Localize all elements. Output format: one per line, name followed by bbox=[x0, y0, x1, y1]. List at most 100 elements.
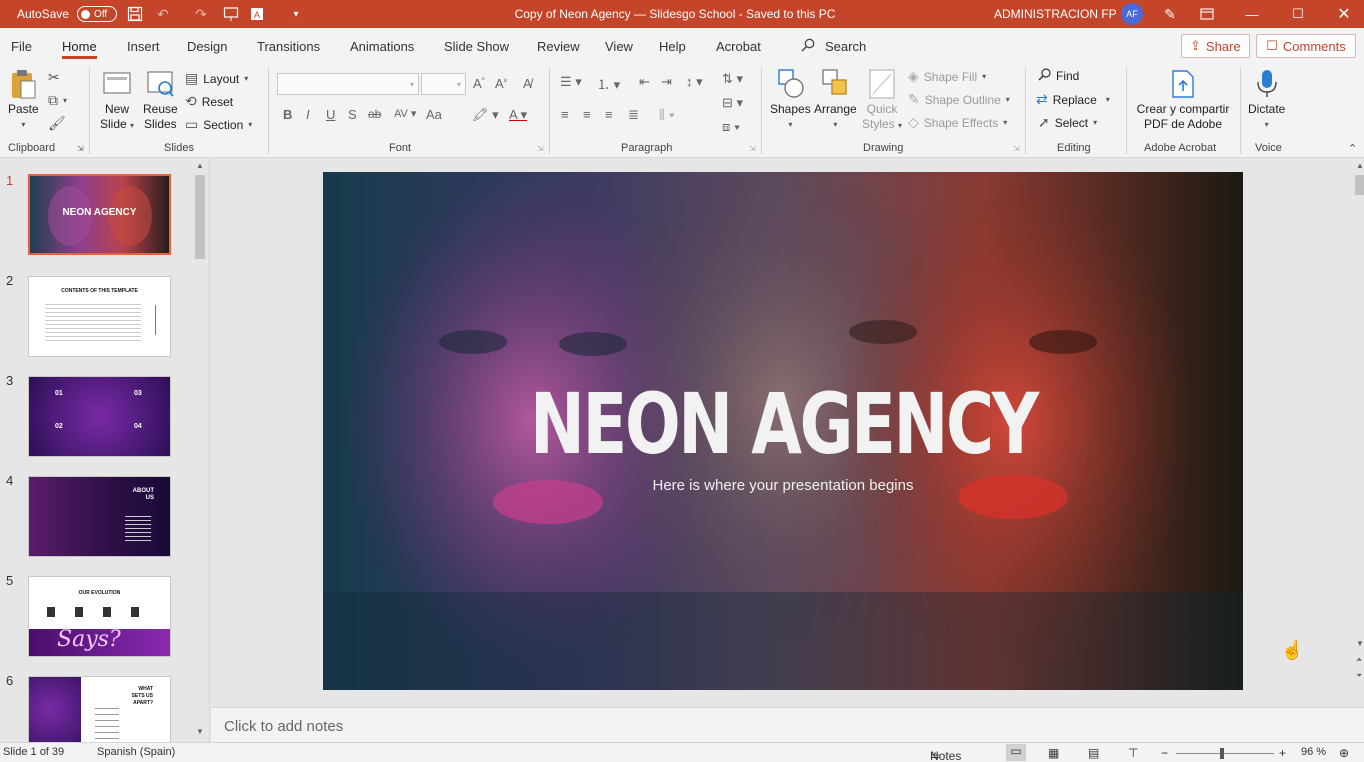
tab-help[interactable]: Help bbox=[659, 39, 686, 54]
font-size-select[interactable]: ▾ bbox=[421, 73, 466, 95]
text-direction-icon[interactable]: ⇅ ▾ bbox=[722, 71, 743, 87]
tab-review[interactable]: Review bbox=[537, 39, 580, 54]
zoom-slider-knob[interactable] bbox=[1220, 748, 1224, 759]
clear-formatting-icon[interactable]: A̸ bbox=[523, 76, 532, 91]
format-painter-icon[interactable]: 🖌 bbox=[48, 115, 66, 132]
slide-show-icon[interactable]: ⊤ bbox=[1128, 746, 1138, 760]
new-slide-button[interactable]: New Slide ▾ bbox=[100, 68, 134, 133]
previous-slide-icon[interactable]: ⏶ bbox=[1356, 655, 1362, 665]
clipboard-launcher-icon[interactable]: ⇲ bbox=[77, 144, 84, 153]
slide-thumbnail-5[interactable]: OUR EVOLUTION Says? bbox=[28, 576, 171, 657]
cut-icon[interactable]: ✂ bbox=[48, 69, 60, 86]
slide-thumbnail-6[interactable]: WHAT SETS US APART? bbox=[28, 676, 171, 742]
slide-title[interactable]: NEON AGENCY bbox=[425, 375, 1143, 473]
slide-thumbnail-1[interactable]: NEON AGENCY bbox=[28, 174, 171, 255]
tab-file[interactable]: File bbox=[11, 39, 32, 54]
scroll-down-icon[interactable]: ▼ bbox=[1356, 639, 1364, 648]
find-button[interactable]: Find bbox=[1038, 68, 1079, 84]
fit-to-window-icon[interactable]: ⊕ bbox=[1339, 746, 1349, 760]
line-spacing-icon[interactable]: ↕ ▾ bbox=[686, 74, 703, 90]
drawing-launcher-icon[interactable]: ⇲ bbox=[1013, 144, 1020, 153]
columns-icon[interactable]: ⫼ ▾ bbox=[659, 107, 675, 123]
zoom-slider-track[interactable] bbox=[1176, 753, 1274, 754]
shadow-button[interactable]: S bbox=[348, 107, 357, 122]
slide-thumbnail-2[interactable]: CONTENTS OF THIS TEMPLATE bbox=[28, 276, 171, 357]
zoom-level[interactable]: 96 % bbox=[1301, 746, 1326, 758]
scroll-down-icon[interactable]: ▼ bbox=[196, 727, 204, 736]
collapse-ribbon-icon[interactable]: ⌃ bbox=[1348, 142, 1357, 155]
tab-animations[interactable]: Animations bbox=[350, 39, 414, 54]
paste-button[interactable]: Paste ▾ bbox=[8, 68, 39, 132]
notes-pane[interactable]: Click to add notes bbox=[211, 707, 1364, 742]
smartart-icon[interactable]: ⧈ ▾ bbox=[722, 119, 740, 135]
slide-canvas[interactable]: NEON AGENCY Here is where your presentat… bbox=[323, 172, 1243, 690]
grow-font-icon[interactable]: A^ bbox=[473, 76, 485, 91]
shrink-font-icon[interactable]: Av bbox=[495, 76, 507, 91]
strikethrough-button[interactable]: ab bbox=[368, 107, 381, 121]
align-center-icon[interactable]: ≡ bbox=[583, 107, 591, 122]
highlight-color-icon[interactable]: 🖍 ▾ bbox=[472, 107, 499, 123]
autosave-toggle[interactable]: Off bbox=[77, 6, 118, 22]
decrease-indent-icon[interactable]: ⇤ bbox=[639, 74, 650, 90]
create-share-pdf-button[interactable]: Crear y compartir PDF de Adobe bbox=[1136, 68, 1230, 132]
justify-icon[interactable]: ≣ bbox=[628, 107, 639, 123]
customize-toolbar-icon[interactable]: ▾ bbox=[285, 3, 307, 25]
tab-design[interactable]: Design bbox=[187, 39, 227, 54]
dictate-button[interactable]: Dictate ▾ bbox=[1248, 68, 1285, 132]
undo-icon[interactable]: ↶ bbox=[152, 3, 174, 25]
underline-button[interactable]: U bbox=[326, 107, 335, 122]
slide-thumbnail-4[interactable]: ABOUT US bbox=[28, 476, 171, 557]
section-button[interactable]: ▭ Section ▾ bbox=[185, 116, 252, 133]
reading-view-icon[interactable]: ▤ bbox=[1088, 746, 1099, 760]
search-box[interactable]: Search bbox=[801, 38, 866, 55]
tab-home[interactable]: Home bbox=[62, 39, 97, 59]
tab-insert[interactable]: Insert bbox=[127, 39, 160, 54]
slide-scrollbar[interactable]: ▲ ▼ ⏶ ⏷ bbox=[1353, 159, 1364, 689]
zoom-out-icon[interactable]: − bbox=[1161, 746, 1168, 760]
slide-subtitle[interactable]: Here is where your presentation begins bbox=[323, 477, 1243, 494]
zoom-in-icon[interactable]: + bbox=[1279, 746, 1286, 760]
align-right-icon[interactable]: ≡ bbox=[605, 107, 613, 122]
copy-icon[interactable]: ⧉ ▾ bbox=[48, 92, 67, 109]
reset-button[interactable]: ⟲ Reset bbox=[185, 93, 233, 110]
tab-slide-show[interactable]: Slide Show bbox=[444, 39, 509, 54]
maximize-button[interactable]: ☐ bbox=[1275, 0, 1321, 28]
align-left-icon[interactable]: ≡ bbox=[561, 107, 569, 122]
designer-pen-icon[interactable]: ✎ bbox=[1159, 3, 1181, 25]
comments-button[interactable]: ☐ Comments bbox=[1256, 34, 1356, 58]
present-from-start-icon[interactable] bbox=[220, 3, 242, 25]
ribbon-display-options-icon[interactable] bbox=[1196, 3, 1218, 25]
avatar[interactable]: AF bbox=[1121, 3, 1143, 25]
slide-thumbnail-3[interactable]: 01 03 02 04 bbox=[28, 376, 171, 457]
language-indicator[interactable]: Spanish (Spain) bbox=[97, 746, 175, 758]
tab-transitions[interactable]: Transitions bbox=[257, 39, 320, 54]
shape-effects-button[interactable]: ◇ Shape Effects ▾ bbox=[908, 114, 1007, 131]
close-button[interactable]: ✕ bbox=[1321, 0, 1364, 28]
font-color-quick-icon[interactable]: A bbox=[246, 3, 268, 25]
bullets-icon[interactable]: ☰ ▾ bbox=[560, 74, 582, 90]
paragraph-launcher-icon[interactable]: ⇲ bbox=[749, 144, 756, 153]
layout-button[interactable]: ▤ Layout ▾ bbox=[185, 70, 248, 87]
save-icon[interactable] bbox=[124, 3, 146, 25]
increase-indent-icon[interactable]: ⇥ bbox=[661, 74, 672, 90]
reuse-slides-button[interactable]: Reuse Slides bbox=[143, 68, 178, 132]
redo-icon[interactable]: ↷ bbox=[190, 3, 212, 25]
shape-outline-button[interactable]: ✎ Shape Outline ▾ bbox=[908, 91, 1010, 108]
font-name-select[interactable]: ▾ bbox=[277, 73, 419, 95]
minimize-button[interactable]: — bbox=[1229, 0, 1275, 28]
quick-styles-button[interactable]: Quick Styles ▾ bbox=[862, 68, 902, 133]
scroll-up-icon[interactable]: ▲ bbox=[1356, 161, 1364, 170]
scroll-thumb[interactable] bbox=[195, 175, 205, 259]
scroll-up-icon[interactable]: ▲ bbox=[196, 161, 204, 170]
bold-button[interactable]: B bbox=[283, 107, 292, 122]
change-case-button[interactable]: Aa bbox=[426, 107, 442, 122]
share-button[interactable]: ⇪ Share bbox=[1181, 34, 1250, 58]
scroll-thumb[interactable] bbox=[1355, 175, 1364, 195]
slide-sorter-icon[interactable]: ▦ bbox=[1048, 746, 1059, 760]
align-text-icon[interactable]: ⊟ ▾ bbox=[722, 95, 743, 111]
thumbnail-scrollbar[interactable]: ▲ ▼ bbox=[193, 161, 207, 739]
notes-placeholder[interactable]: Click to add notes bbox=[224, 718, 343, 735]
italic-button[interactable]: I bbox=[306, 107, 310, 122]
font-launcher-icon[interactable]: ⇲ bbox=[537, 144, 544, 153]
user-name[interactable]: ADMINISTRACION FP bbox=[994, 7, 1117, 21]
